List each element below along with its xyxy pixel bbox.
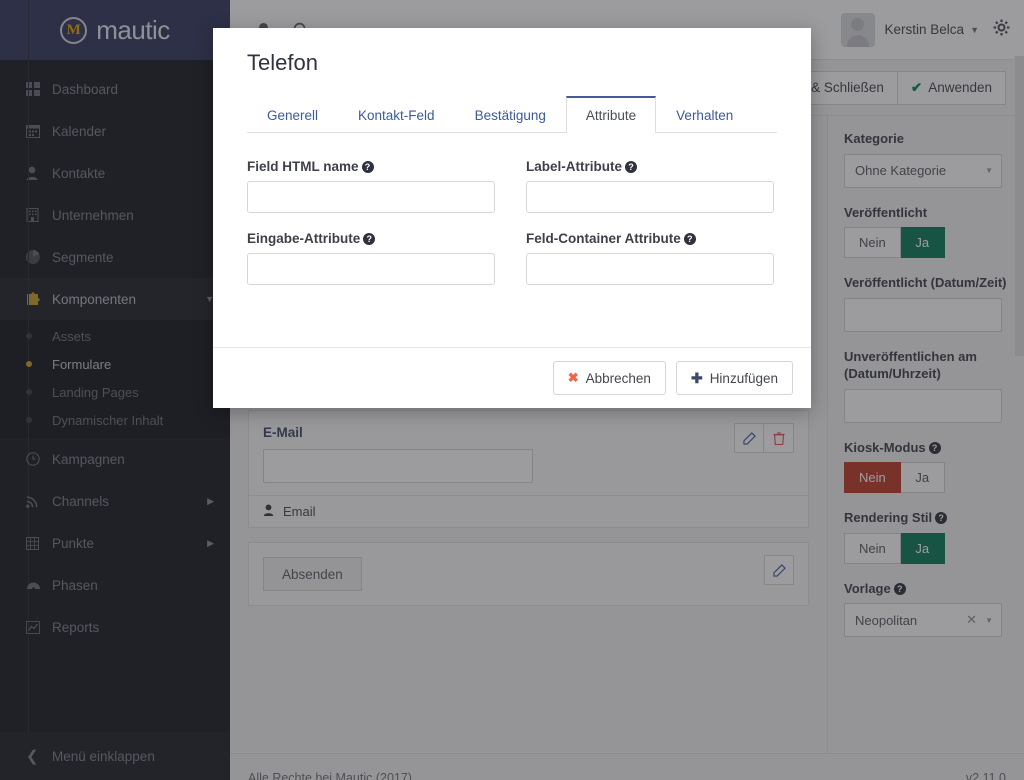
- field-html-name-text: Field HTML name: [247, 159, 359, 174]
- modal-body: Field HTML name? Label-Attribute? Eingab…: [213, 133, 811, 347]
- eingabe-attribute-label: Eingabe-Attribute?: [247, 231, 495, 246]
- feld-container-attribute-input[interactable]: [526, 253, 774, 285]
- field-group-label-attribute: Label-Attribute?: [526, 159, 774, 213]
- help-icon[interactable]: ?: [683, 233, 696, 245]
- eingabe-attribute-input[interactable]: [247, 253, 495, 285]
- modal-title: Telefon: [247, 50, 318, 75]
- feld-container-attribute-text: Feld-Container Attribute: [526, 231, 681, 246]
- add-label: Hinzufügen: [709, 370, 778, 386]
- plus-icon: ✚: [690, 369, 703, 386]
- field-group-feld-container-attribute: Feld-Container Attribute?: [526, 231, 774, 285]
- modal-body-spacer: [247, 303, 777, 339]
- field-group-eingabe-attribute: Eingabe-Attribute?: [247, 231, 495, 285]
- modal-tabs: Generell Kontakt-Feld Bestätigung Attrib…: [247, 96, 777, 133]
- label-attribute-input[interactable]: [526, 181, 774, 213]
- eingabe-attribute-text: Eingabe-Attribute: [247, 231, 361, 246]
- add-button[interactable]: ✚ Hinzufügen: [675, 361, 793, 395]
- cancel-button[interactable]: ✖ Abbrechen: [552, 361, 666, 395]
- field-html-name-label: Field HTML name?: [247, 159, 495, 174]
- tab-attribute[interactable]: Attribute: [565, 96, 657, 133]
- label-attribute-label: Label-Attribute?: [526, 159, 774, 174]
- tab-kontakt-feld[interactable]: Kontakt-Feld: [338, 96, 455, 133]
- tab-generell[interactable]: Generell: [247, 96, 338, 133]
- label-attribute-text: Label-Attribute: [526, 159, 622, 174]
- field-group-field-html-name: Field HTML name?: [247, 159, 495, 213]
- help-icon[interactable]: ?: [625, 161, 637, 173]
- feld-container-attribute-label: Feld-Container Attribute?: [526, 231, 774, 246]
- tab-verhalten[interactable]: Verhalten: [656, 96, 753, 133]
- modal-footer: ✖ Abbrechen ✚ Hinzufügen: [213, 347, 811, 408]
- close-icon: ✖: [567, 370, 579, 385]
- field-html-name-input[interactable]: [247, 181, 495, 213]
- cancel-label: Abbrechen: [585, 370, 651, 386]
- modal-header: Telefon Generell Kontakt-Feld Bestätigun…: [213, 28, 811, 133]
- modal-form-row: Field HTML name? Label-Attribute?: [247, 159, 777, 213]
- field-settings-modal: Telefon Generell Kontakt-Feld Bestätigun…: [213, 28, 811, 408]
- app-root: M mautic Dashboard Kalender Kontakte Unt…: [0, 0, 1024, 780]
- help-icon[interactable]: ?: [363, 233, 376, 245]
- help-icon[interactable]: ?: [361, 161, 374, 173]
- tab-bestaetigung[interactable]: Bestätigung: [455, 96, 566, 133]
- modal-form-row: Eingabe-Attribute? Feld-Container Attrib…: [247, 231, 777, 285]
